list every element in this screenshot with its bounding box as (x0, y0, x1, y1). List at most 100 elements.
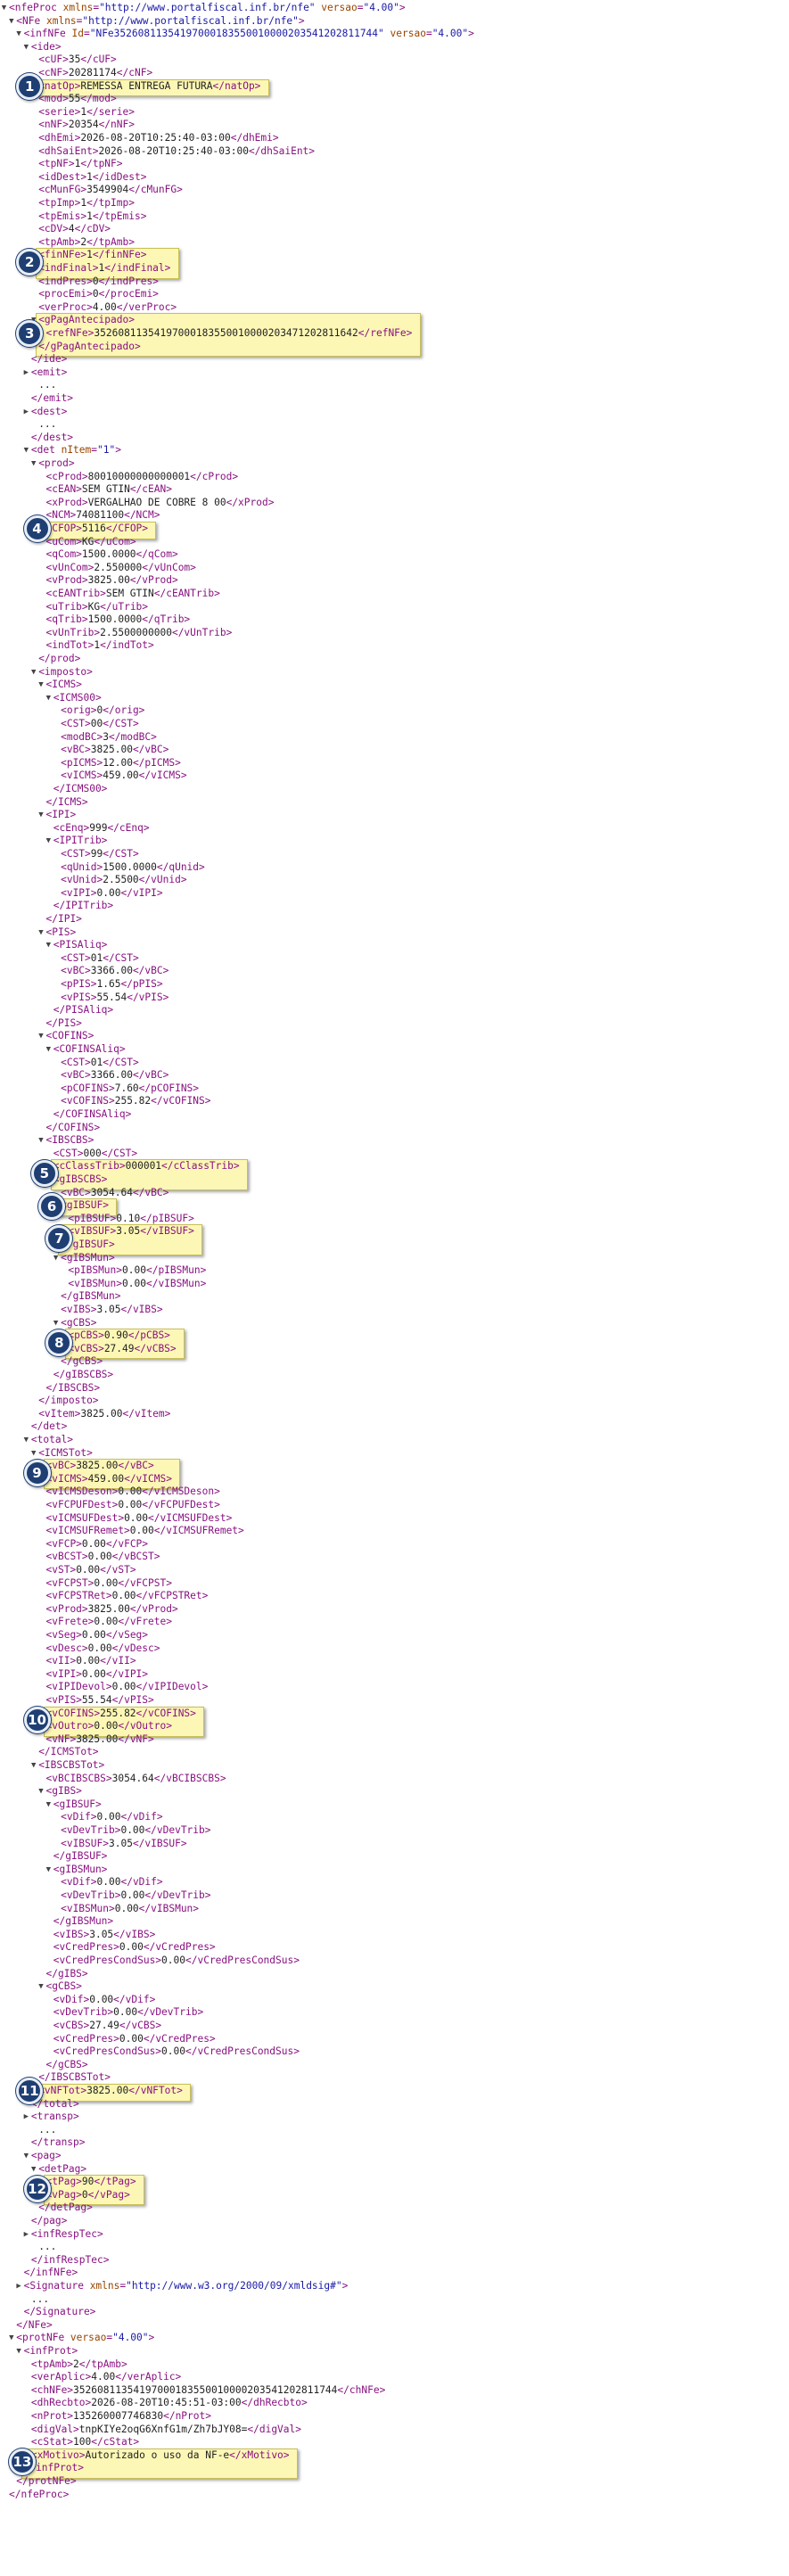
xml-line: <indPres>0</indPres> (38, 276, 159, 289)
xml-tag: <vDif> (61, 1811, 97, 1823)
xml-tag: <chNFe> (30, 2383, 74, 2396)
xml-line: <vUnid>2.5500</vUnid> (61, 874, 186, 887)
xml-text: 2.550000 (94, 561, 143, 573)
collapse-triangle-icon[interactable]: ▼ (15, 2345, 23, 2358)
xml-text: 0.00 (114, 1902, 139, 1914)
xml-line: <gIBSCBS> (53, 1173, 108, 1187)
xml-text: 0.00 (81, 1629, 106, 1641)
collapse-triangle-icon[interactable]: ▼ (45, 1864, 53, 1877)
xml-tag: > (298, 14, 305, 27)
xml-line: <COFINS> (46, 1030, 95, 1043)
xml-line: <vBCST>0.00</vBCST> (46, 1551, 160, 1564)
xml-line: ... (38, 2241, 56, 2254)
xml-tag: <vIPIDevol> (45, 1681, 112, 1693)
collapse-triangle-icon[interactable]: ▼ (37, 679, 45, 692)
xml-line: <vCredPres>0.00</vCredPres> (53, 2033, 216, 2046)
collapse-triangle-icon[interactable]: ▼ (37, 809, 45, 822)
collapse-triangle-icon[interactable]: ▼ (45, 835, 53, 848)
xml-line: </prod> (38, 653, 80, 666)
collapse-triangle-icon[interactable]: ▼ (0, 2, 8, 15)
collapse-triangle-icon[interactable]: ▼ (22, 2150, 30, 2163)
collapse-triangle-icon[interactable]: ▼ (45, 692, 53, 705)
xml-text: 20281174 (68, 67, 117, 78)
xml-tag: <qCom> (45, 548, 82, 561)
xml-text: KG (87, 600, 101, 613)
xml-tag: > (468, 28, 474, 40)
xml-line: </ICMSTot> (38, 1746, 98, 1759)
collapse-triangle-icon[interactable]: ▼ (45, 1798, 53, 1812)
xml-text: 1500.0000 (103, 860, 157, 873)
collapse-triangle-icon[interactable]: ▼ (29, 1447, 37, 1461)
collapse-triangle-icon[interactable]: ▼ (45, 1043, 53, 1057)
xml-line: <vBC>3366.00</vBC> (61, 965, 168, 978)
xml-tag: </cNF> (116, 67, 153, 78)
xml-text: 1 (86, 249, 93, 261)
collapse-triangle-icon[interactable]: ▼ (7, 2332, 15, 2345)
xml-tag: <gPagAntecipado> (38, 314, 135, 326)
xml-tag: <infNFe (23, 28, 72, 40)
xml-tag: </indTot> (100, 639, 154, 652)
expand-triangle-icon[interactable]: ▶ (22, 406, 30, 419)
collapse-triangle-icon[interactable]: ▼ (22, 1434, 30, 1447)
xml-line: <CST>000</CST> (53, 1148, 137, 1161)
xml-tag: <vIBSMun> (61, 1902, 115, 1914)
xml-tag: <vICMSUFRemet> (45, 1525, 130, 1537)
collapse-triangle-icon[interactable]: ▼ (29, 666, 37, 679)
xml-line: <pPIS>1.65</pPIS> (61, 978, 163, 992)
collapse-triangle-icon[interactable]: ▼ (7, 15, 15, 29)
xml-attr-value: "NFe352608113541970001835500100002035412… (89, 28, 384, 40)
xml-text: 3.05 (108, 1837, 133, 1849)
collapse-triangle-icon[interactable]: ▼ (45, 939, 53, 952)
expand-triangle-icon[interactable]: ▶ (22, 366, 30, 380)
xml-line: <gIBSMun> (61, 1252, 115, 1265)
xml-line: <verAplic>4.00</verAplic> (31, 2371, 181, 2384)
xml-tag: </vSeg> (105, 1629, 149, 1641)
xml-line: <vSeg>0.00</vSeg> (46, 1629, 149, 1642)
xml-line: </gPagAntecipado> (38, 341, 141, 354)
collapse-triangle-icon[interactable]: ▼ (15, 28, 23, 41)
xml-line: </Signature> (24, 2306, 96, 2319)
xml-tag: <vCBS> (68, 1342, 104, 1354)
xml-tag: </pPIS> (120, 978, 163, 990)
xml-tag: <vIBS> (53, 1928, 90, 1940)
collapse-triangle-icon[interactable]: ▼ (22, 444, 30, 457)
xml-line: </IPI> (46, 913, 82, 926)
xml-tag: </vCredPres> (143, 1941, 216, 1954)
collapse-triangle-icon[interactable]: ▼ (29, 2163, 37, 2177)
expand-triangle-icon[interactable]: ▶ (22, 2111, 30, 2124)
collapse-triangle-icon[interactable]: ▼ (29, 1759, 37, 1773)
collapse-triangle-icon[interactable]: ▼ (37, 1980, 45, 1994)
xml-tag: </qCom> (136, 548, 178, 561)
xml-tag: </protNFe> (16, 2475, 77, 2487)
collapse-triangle-icon[interactable]: ▼ (22, 41, 30, 54)
collapse-triangle-icon[interactable]: ▼ (29, 457, 37, 471)
xml-attr-name: versao (390, 28, 426, 40)
xml-line: <vUnTrib>2.5500000000</vUnTrib> (46, 627, 233, 640)
xml-tag: <vBCST> (45, 1551, 88, 1563)
xml-tag: </gIBSUF> (53, 1850, 108, 1863)
xml-text: 999 (89, 821, 108, 834)
xml-tag: <vICMSUFDest> (45, 1511, 125, 1524)
xml-tag: > (115, 444, 121, 457)
collapse-triangle-icon[interactable]: ▼ (52, 1252, 60, 1265)
xml-line: </det> (31, 1420, 67, 1434)
xml-line: <tpAmb>2</tpAmb> (31, 2358, 127, 2372)
collapse-triangle-icon[interactable]: ▼ (52, 1317, 60, 1330)
xml-line: <vUnCom>2.550000</vUnCom> (46, 562, 196, 575)
xml-tag: <xProd> (45, 496, 88, 508)
xml-tag: </uTrib> (100, 600, 149, 613)
collapse-triangle-icon[interactable]: ▼ (37, 1030, 45, 1043)
xml-tag: <vProd> (45, 1602, 88, 1615)
collapse-triangle-icon[interactable]: ▼ (37, 926, 45, 940)
xml-line: <IPITrib> (53, 835, 108, 848)
expand-triangle-icon[interactable]: ▶ (15, 2280, 23, 2293)
xml-tag: = (425, 28, 432, 40)
collapse-triangle-icon[interactable]: ▼ (37, 1785, 45, 1798)
collapse-triangle-icon[interactable]: ▼ (37, 1134, 45, 1148)
xml-tag: <vDesc> (45, 1642, 88, 1654)
expand-triangle-icon[interactable]: ▶ (22, 2228, 30, 2242)
xml-line: </gCBS> (61, 1355, 103, 1369)
xml-line: <nNF>20354</nNF> (38, 119, 135, 132)
xml-line: <vNF>3825.00</vNF> (46, 1733, 154, 1747)
xml-tag: </vDif> (113, 1993, 156, 2005)
